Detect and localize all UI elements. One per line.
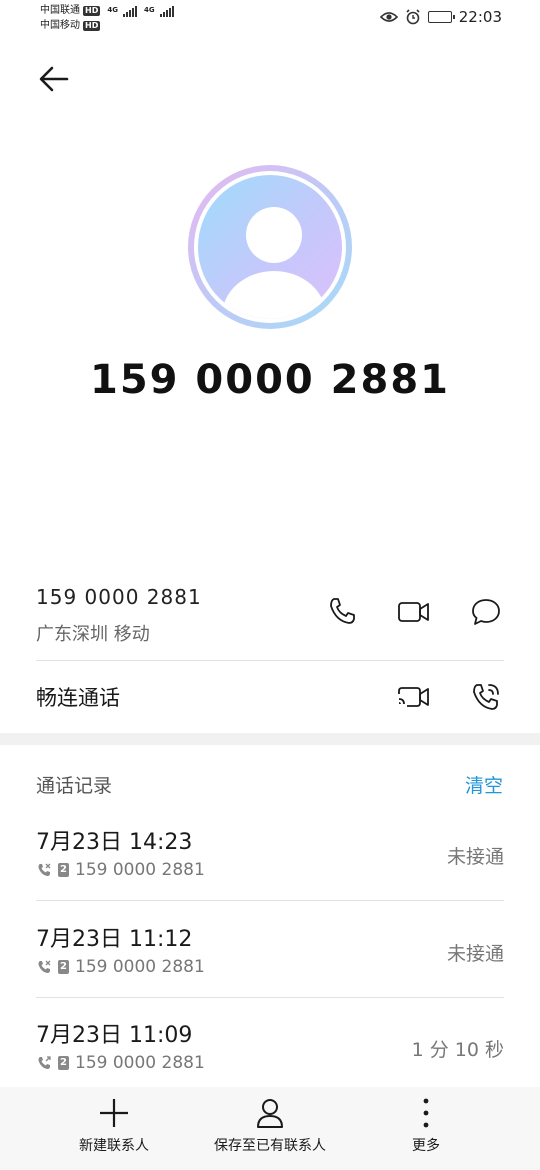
carrier-2: 中国移动	[40, 20, 80, 31]
call-time: 7月23日 11:12	[36, 927, 193, 952]
new-contact-button[interactable]: 新建联系人	[74, 1097, 154, 1155]
network-type: 4G	[143, 6, 155, 14]
call-time: 7月23日 14:23	[36, 830, 193, 855]
contact-number-title: 159 0000 2881	[89, 357, 450, 403]
video-call-button[interactable]	[396, 594, 432, 630]
clear-call-log-button[interactable]: 清空	[465, 771, 503, 798]
divider	[36, 660, 504, 661]
signal-icon	[159, 5, 174, 17]
call-missed-icon	[38, 960, 51, 973]
call-log-title: 通话记录	[36, 775, 113, 797]
hd-badge: HD	[83, 20, 101, 31]
more-button[interactable]: 更多	[396, 1097, 456, 1155]
signal-icon	[122, 5, 137, 17]
person-avatar-icon	[198, 175, 342, 319]
back-button[interactable]	[34, 60, 74, 100]
call-log-item[interactable]: 7月23日 11:09 2 159 0000 2881 1 分 10 秒	[36, 1017, 504, 1087]
call-outgoing-icon	[38, 1056, 51, 1069]
person-icon	[257, 1099, 283, 1128]
status-bar-left: 中国联通 HD 4G 4G 中国移动 HD	[40, 3, 174, 33]
call-log-item[interactable]: 7月23日 14:23 2 159 0000 2881 未接通	[36, 824, 504, 900]
wifi-call-icon	[473, 684, 499, 710]
call-number: 159 0000 2881	[75, 860, 205, 880]
message-button[interactable]	[468, 594, 504, 630]
call-missed-icon	[38, 863, 51, 876]
phone-icon	[330, 598, 355, 624]
phone-location: 广东深圳 移动	[36, 624, 150, 645]
video-call-icon	[398, 687, 429, 707]
save-to-existing-label: 保存至已有联系人	[214, 1138, 326, 1154]
video-icon	[398, 602, 429, 622]
call-log-item[interactable]: 7月23日 11:12 2 159 0000 2881 未接通	[36, 921, 504, 997]
sim-badge: 2	[58, 960, 69, 974]
changlian-label: 畅连通话	[36, 686, 120, 710]
back-arrow-icon	[39, 66, 69, 92]
carrier-1: 中国联通	[40, 5, 80, 16]
plus-icon	[100, 1099, 128, 1127]
bottom-action-bar: 新建联系人 保存至已有联系人 更多	[0, 1087, 540, 1170]
sim-badge: 2	[58, 1056, 69, 1070]
call-number: 159 0000 2881	[75, 957, 205, 977]
phone-number[interactable]: 159 0000 2881	[36, 585, 202, 609]
section-separator	[0, 733, 540, 745]
sim-badge: 2	[58, 863, 69, 877]
changlian-call-button[interactable]	[468, 679, 504, 715]
call-button[interactable]	[324, 593, 360, 629]
call-number: 159 0000 2881	[75, 1053, 205, 1073]
changlian-video-button[interactable]	[396, 679, 432, 715]
alarm-icon	[406, 9, 420, 25]
status-time: 22:03	[458, 8, 502, 26]
save-to-existing-button[interactable]: 保存至已有联系人	[200, 1097, 340, 1155]
call-status: 未接通	[446, 943, 504, 965]
status-bar-right: 22:03	[379, 8, 502, 26]
call-status: 未接通	[446, 846, 504, 868]
message-icon	[472, 599, 500, 625]
more-icon	[423, 1098, 429, 1128]
divider	[36, 900, 504, 901]
network-type: 4G	[107, 6, 118, 14]
eye-icon	[379, 12, 398, 22]
hd-badge: HD	[83, 5, 101, 16]
call-time: 7月23日 11:09	[36, 1023, 193, 1048]
call-duration: 1 分 10 秒	[411, 1039, 504, 1061]
battery-icon	[427, 11, 455, 23]
more-label: 更多	[412, 1138, 440, 1154]
avatar[interactable]	[188, 165, 352, 329]
divider	[36, 997, 504, 998]
new-contact-label: 新建联系人	[79, 1138, 149, 1154]
